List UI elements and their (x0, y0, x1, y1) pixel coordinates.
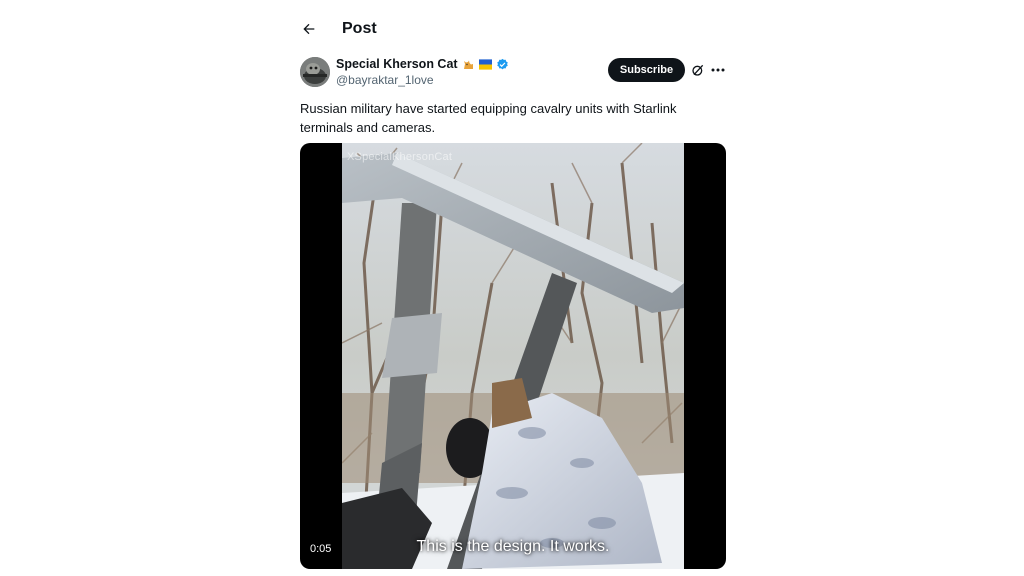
author-handle[interactable]: @bayraktar_1love (336, 74, 509, 86)
post-header: Post (296, 16, 377, 42)
video-player[interactable]: XSpecialKhersonCat This is the design. I… (300, 143, 726, 569)
avatar[interactable] (300, 57, 330, 87)
display-name-line: Special Kherson Cat (336, 58, 509, 71)
display-name[interactable]: Special Kherson Cat (336, 58, 458, 71)
video-frame[interactable] (342, 143, 684, 569)
video-watermark: XSpecialKhersonCat (347, 151, 453, 163)
subscribe-button[interactable]: Subscribe (608, 58, 685, 82)
verified-badge-icon[interactable] (496, 58, 509, 71)
video-timestamp: 0:05 (310, 543, 332, 555)
author-names: Special Kherson Cat @bayraktar_1love (336, 58, 509, 86)
post-text: Russian military have started equipping … (300, 101, 677, 135)
video-caption: This is the design. It works. (416, 538, 610, 555)
back-button[interactable] (296, 16, 322, 42)
author-row: Special Kherson Cat @bayraktar_1love Sub… (300, 57, 726, 89)
avatar-image (300, 57, 330, 87)
more-button[interactable] (710, 62, 726, 78)
more-horizontal-icon (711, 68, 725, 72)
video-still (342, 143, 684, 569)
grok-icon (692, 64, 704, 76)
grok-button[interactable] (690, 62, 706, 78)
cat-emoji-icon (462, 58, 475, 71)
page-title: Post (342, 20, 377, 37)
arrow-left-icon (303, 23, 315, 35)
ukraine-flag-icon (478, 58, 492, 71)
